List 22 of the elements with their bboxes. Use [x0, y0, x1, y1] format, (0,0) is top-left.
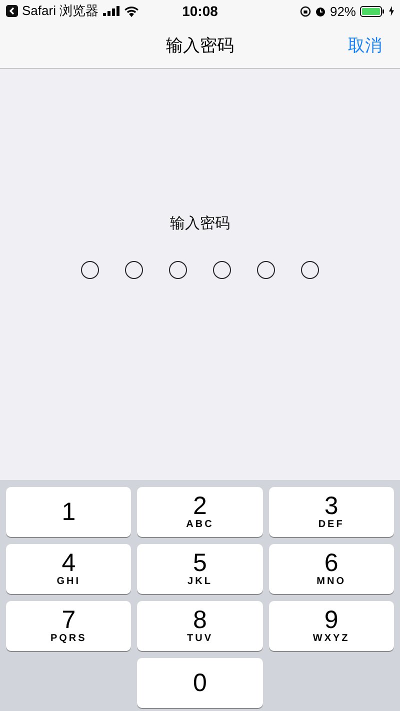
battery-percent: 92% [330, 4, 356, 18]
charging-icon [389, 6, 394, 16]
keypad-key[interactable]: 8 TUV [137, 601, 263, 651]
back-icon[interactable] [6, 5, 18, 17]
keypad-key[interactable]: 5 JKL [137, 544, 263, 594]
keypad-key[interactable]: 1 [6, 487, 132, 537]
alarm-icon [314, 6, 326, 16]
wifi-icon [124, 6, 139, 16]
clock-time: 10:08 [182, 3, 218, 19]
keypad-key[interactable]: 2 ABC [137, 487, 263, 537]
keypad-key[interactable]: 7 PQRS [6, 601, 132, 651]
battery-icon [360, 6, 385, 16]
signal-icon [102, 6, 120, 16]
keypad-key[interactable]: 3 DEF [268, 487, 394, 537]
back-app-label[interactable]: Safari 浏览器 [22, 2, 99, 20]
keypad-key[interactable]: 9 WXYZ [268, 601, 394, 651]
nav-title: 输入密码 [166, 34, 234, 56]
rotation-lock-icon [300, 6, 311, 16]
passcode-prompt: 输入密码 [170, 214, 230, 233]
keypad-key[interactable]: 4 GHI [6, 544, 132, 594]
keypad-key[interactable]: 0 [137, 658, 263, 708]
keypad-key[interactable]: 6 MNO [268, 544, 394, 594]
